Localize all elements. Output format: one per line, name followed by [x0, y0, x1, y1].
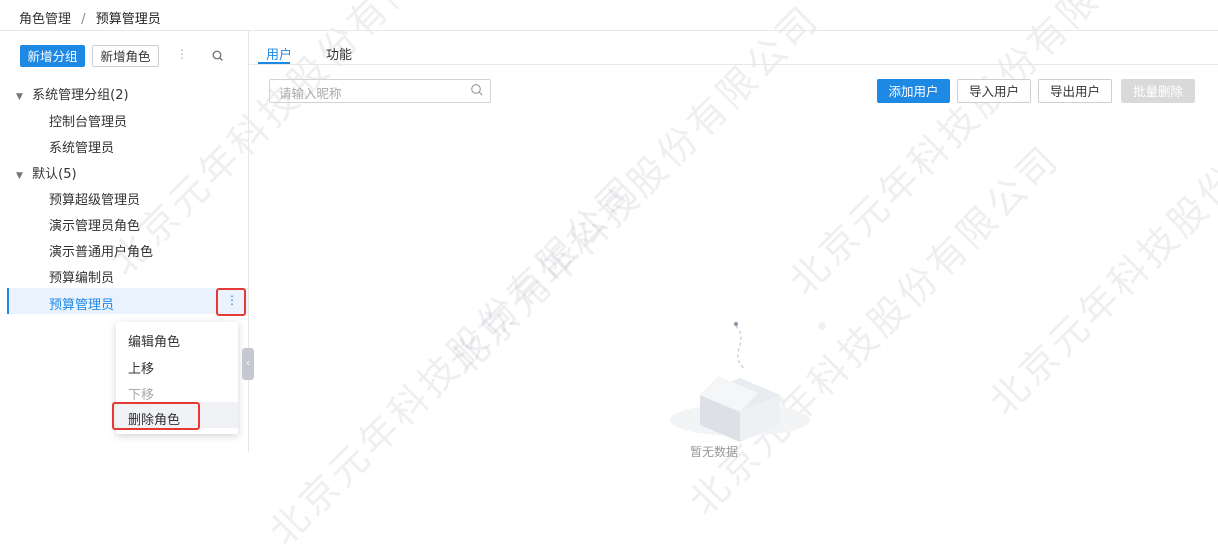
highlight-box [112, 402, 200, 430]
breadcrumb-separator: / [81, 12, 86, 27]
tree-item[interactable]: 演示普通用户角色 [49, 241, 153, 260]
watermark-text: 北京元年科技股份有限公司 [780, 0, 1169, 304]
add-role-button[interactable]: 新增角色 [92, 45, 159, 67]
tabs-divider [249, 64, 1218, 65]
tree-group-system[interactable]: ▼ 系统管理分组(2) [16, 84, 129, 103]
watermark-text: 北京元年科技股份有限公司 [260, 166, 649, 554]
tree-item[interactable]: 演示管理员角色 [49, 215, 140, 234]
breadcrumb-parent[interactable]: 角色管理 [19, 12, 71, 27]
tree-item[interactable]: 预算超级管理员 [49, 189, 140, 208]
tab-functions[interactable]: 功能 [326, 44, 352, 63]
breadcrumb-current: 预算管理员 [95, 12, 161, 27]
tree-group-label: 默认(5) [32, 167, 77, 182]
batch-delete-button: 批量删除 [1121, 79, 1195, 103]
caret-down-icon[interactable]: ▼ [16, 92, 28, 102]
empty-box-illustration [670, 322, 826, 442]
export-user-button[interactable]: 导出用户 [1038, 79, 1112, 103]
add-group-button[interactable]: 新增分组 [20, 45, 85, 67]
tree-item[interactable]: 预算编制员 [49, 267, 114, 286]
tree-item-selected-label: 预算管理员 [49, 298, 115, 313]
menu-item-move-down: 下移 [128, 388, 155, 403]
breadcrumb: 角色管理 / 预算管理员 [19, 8, 161, 27]
nickname-search-input[interactable]: 请输入昵称 [269, 79, 491, 103]
collapse-panel-handle[interactable]: ‹ [242, 348, 254, 380]
menu-item-edit-role[interactable]: 编辑角色 [128, 331, 180, 350]
tree-group-label: 系统管理分组(2) [32, 88, 129, 103]
tree-item[interactable]: 控制台管理员 [49, 111, 127, 130]
search-placeholder: 请输入昵称 [279, 86, 342, 101]
tab-users[interactable]: 用户 [266, 44, 292, 63]
add-user-button[interactable]: 添加用户 [877, 79, 950, 103]
more-vertical-icon[interactable]: ⋮ [226, 293, 238, 307]
search-icon[interactable] [470, 83, 484, 97]
tree-group-default[interactable]: ▼ 默认(5) [16, 163, 77, 182]
import-user-button[interactable]: 导入用户 [957, 79, 1031, 103]
more-vertical-icon[interactable]: ⋮ [176, 47, 188, 61]
search-icon[interactable] [212, 50, 224, 62]
tree-item-selected[interactable] [7, 288, 248, 314]
caret-down-icon[interactable]: ▼ [16, 171, 28, 181]
tree-item[interactable]: 系统管理员 [49, 137, 114, 156]
menu-item-move-up[interactable]: 上移 [128, 358, 154, 377]
